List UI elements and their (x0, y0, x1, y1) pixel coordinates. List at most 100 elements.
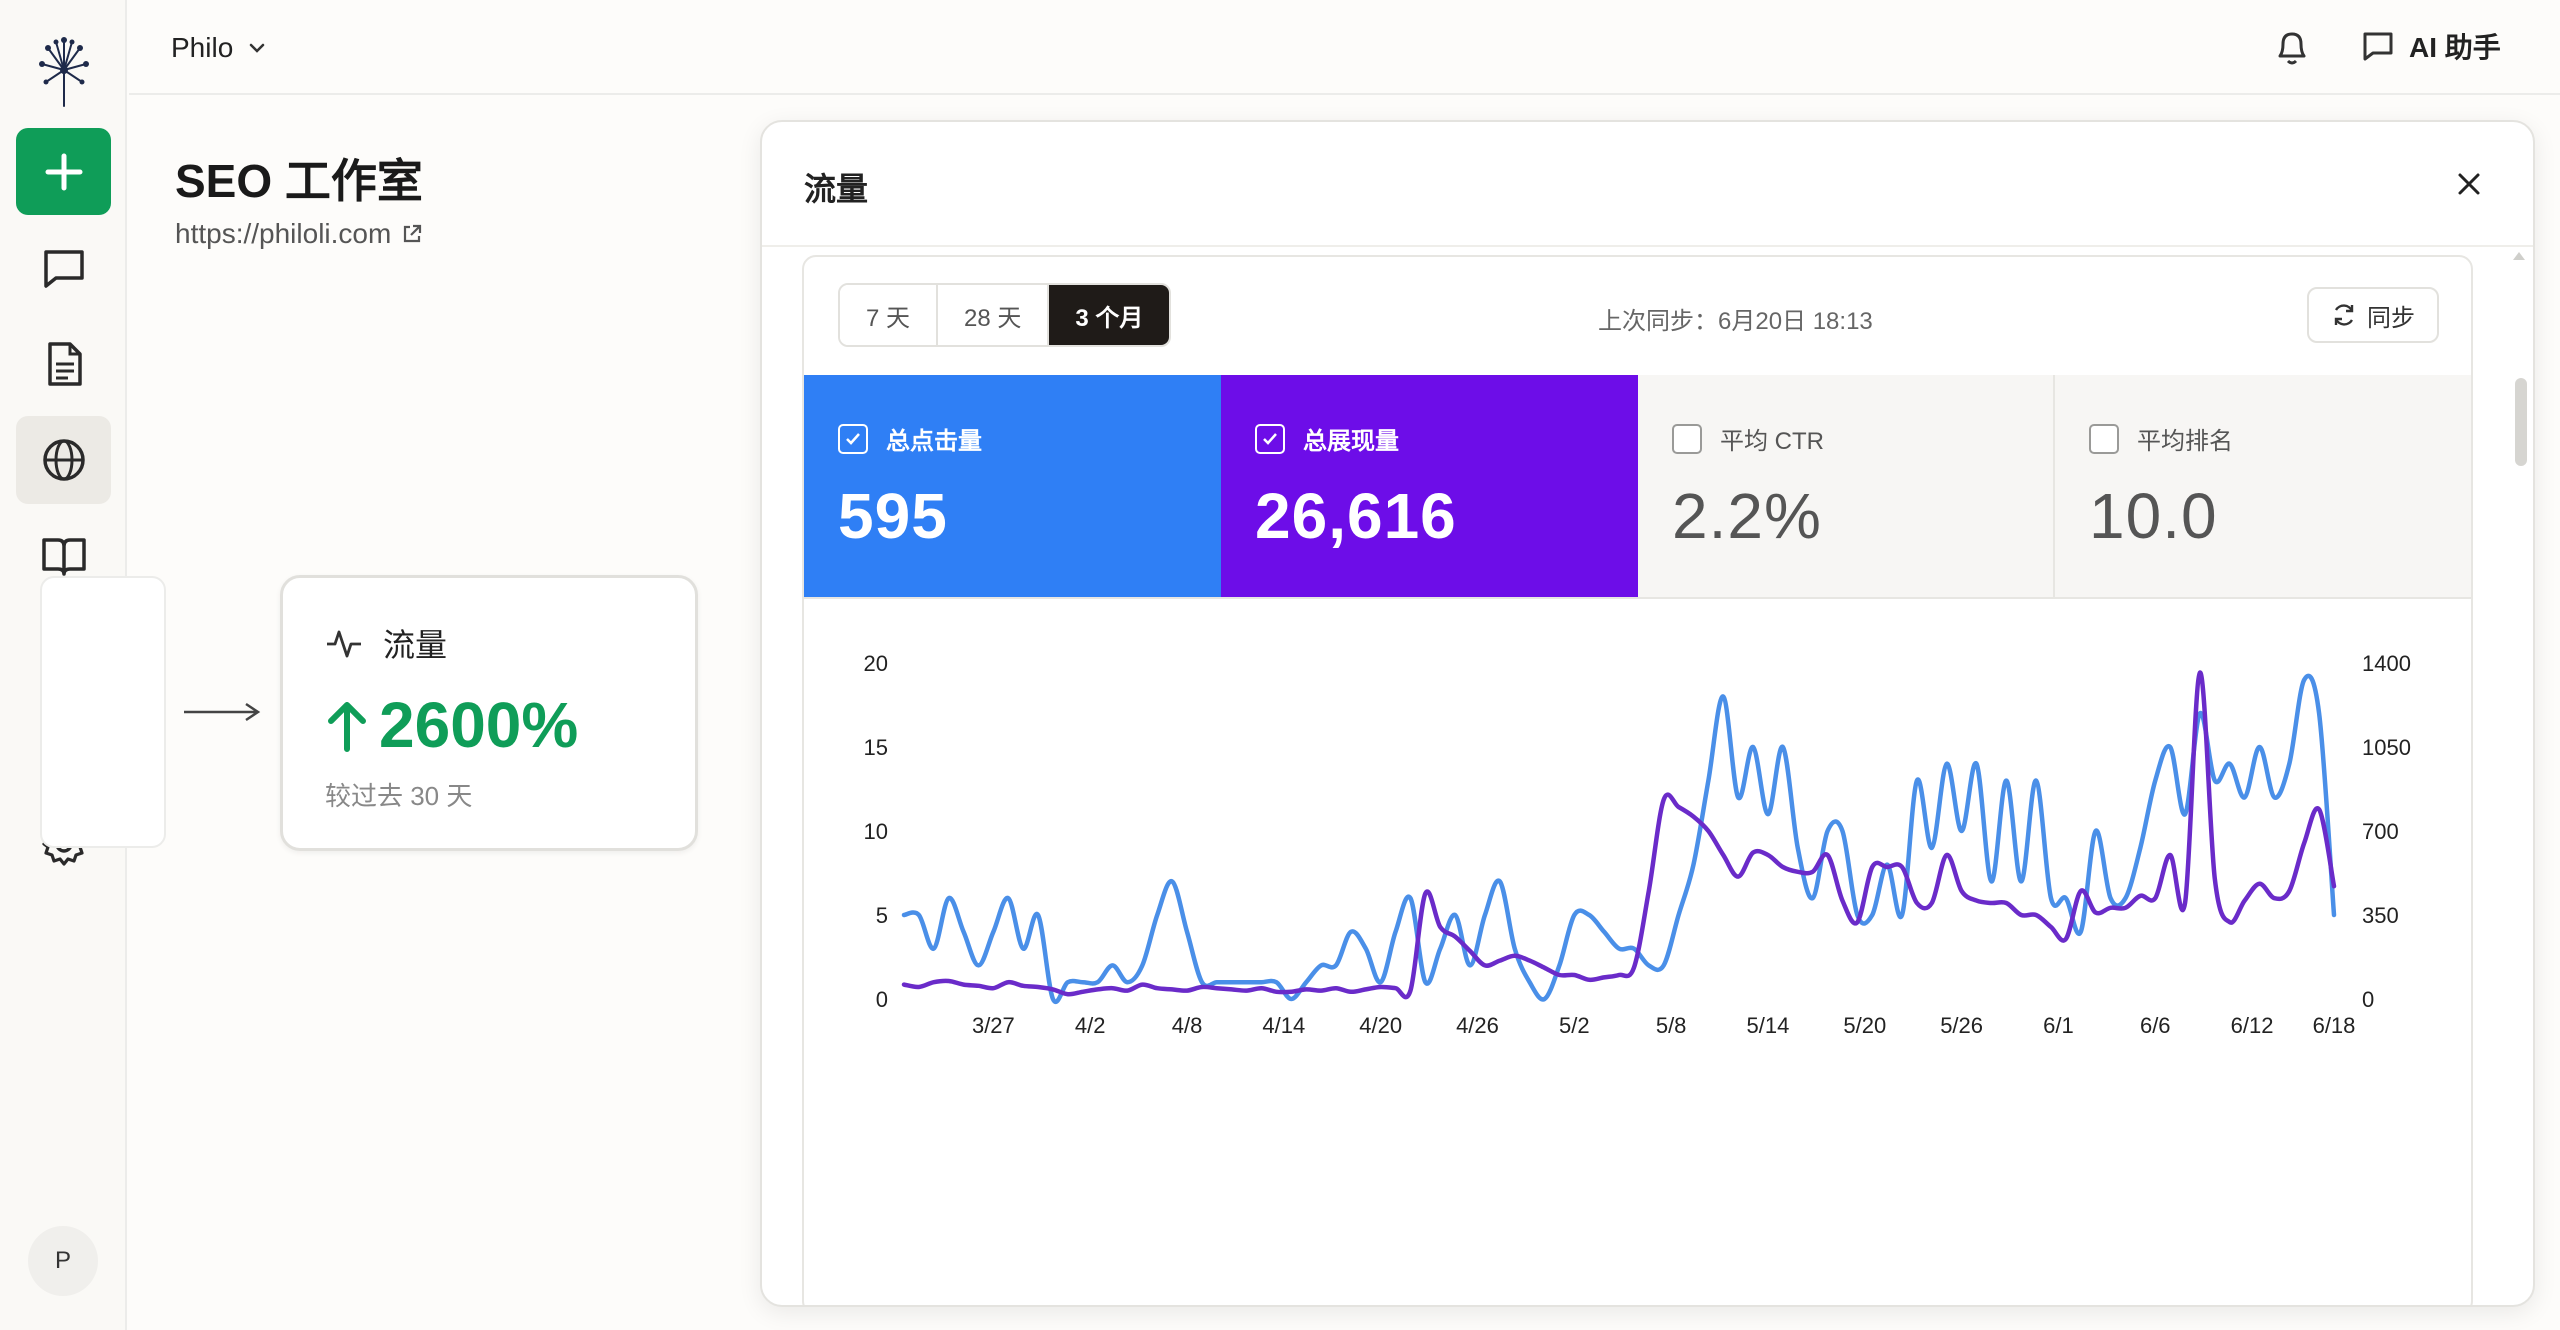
left-axis-tick-label: 20 (864, 651, 888, 676)
traffic-card-header: 流量 (325, 620, 447, 666)
site-url-link[interactable]: https://philoli.com (175, 218, 423, 250)
range-7-days[interactable]: 7 天 (840, 285, 939, 345)
checkbox-unchecked[interactable] (2089, 423, 2119, 454)
metric-value: 26,616 (1255, 480, 1457, 552)
modal-header: 流量 (762, 122, 2533, 247)
close-button[interactable] (2449, 164, 2489, 204)
sync-label: 同步 (2367, 304, 2415, 332)
x-axis-tick-label: 5/26 (1940, 1013, 1983, 1038)
metric-label: 总点击量 (886, 428, 982, 455)
sync-button[interactable]: 同步 (2307, 287, 2439, 343)
sidebar-item-chat[interactable] (16, 224, 111, 312)
metric-total-impressions[interactable]: 总展现量 26,616 (1221, 375, 1638, 597)
checkmark-icon (846, 432, 860, 445)
arrow-up-icon (328, 702, 366, 752)
x-axis-tick-label: 6/12 (2231, 1013, 2274, 1038)
metric-tabs: 总点击量 595 总展现量 26,616 平均 CTR 2.2% 平均排名 10… (804, 375, 2471, 599)
metric-average-ctr[interactable]: 平均 CTR 2.2% (1638, 375, 2055, 597)
x-axis-tick-label: 5/14 (1747, 1013, 1790, 1038)
x-axis-tick-label: 4/26 (1456, 1013, 1499, 1038)
open-book-icon (41, 538, 86, 576)
traffic-change: 2600% (325, 688, 578, 762)
metric-label: 总展现量 (1303, 428, 1399, 455)
page-title: SEO 工作室 (175, 155, 423, 207)
clicks-series-line (901, 673, 2337, 1004)
metric-label-row: 平均排名 (2089, 421, 2233, 456)
metric-label: 平均排名 (2137, 428, 2233, 455)
ai-assistant-button[interactable]: AI 助手 (2361, 26, 2501, 66)
metric-value: 10.0 (2089, 480, 2218, 552)
metric-value: 595 (838, 480, 948, 552)
chevron-down-icon (250, 43, 265, 53)
scrollbar-thumb[interactable] (2515, 378, 2527, 466)
right-axis-tick-label: 0 (2362, 987, 2374, 1012)
scroll-up-arrow[interactable] (2513, 252, 2525, 260)
arrow-right-icon (184, 702, 261, 722)
metric-label-row: 总点击量 (838, 421, 982, 456)
avatar-initial: P (54, 1247, 71, 1274)
x-axis-tick-label: 5/20 (1843, 1013, 1886, 1038)
plus-icon (45, 153, 82, 190)
range-28-days[interactable]: 28 天 (938, 285, 1050, 345)
metric-label: 平均 CTR (1720, 428, 1824, 455)
workspace-switcher[interactable]: Philo (171, 28, 267, 68)
metric-average-position[interactable]: 平均排名 10.0 (2055, 375, 2471, 597)
chat-bubble-icon (43, 250, 84, 288)
metric-value: 2.2% (1672, 480, 1822, 552)
document-icon (47, 342, 82, 386)
right-axis-tick-label: 1050 (2362, 735, 2411, 760)
traffic-modal: 流量 7 天 28 天 3 个月 上次同步：6月20日 18:13 同步 总点击… (760, 120, 2535, 1307)
checkbox-checked[interactable] (838, 423, 868, 454)
x-axis-tick-label: 6/1 (2043, 1013, 2074, 1038)
top-bar: Philo AI 助手 (129, 0, 2560, 95)
external-link-icon (404, 224, 422, 243)
x-axis-tick-label: 5/8 (1656, 1013, 1687, 1038)
x-axis-tick-label: 3/27 (972, 1013, 1015, 1038)
sidebar-item-seo[interactable] (16, 416, 111, 504)
right-axis-tick-label: 1400 (2362, 651, 2411, 676)
x-axis-tick-label: 4/8 (1172, 1013, 1203, 1038)
x-axis-tick-label: 4/20 (1359, 1013, 1402, 1038)
activity-pulse-icon (327, 630, 361, 658)
bell-icon[interactable] (2272, 26, 2312, 68)
previous-card (40, 576, 166, 848)
modal-title: 流量 (804, 171, 869, 207)
ai-assistant-label: AI 助手 (2409, 32, 2501, 63)
traffic-panel: 7 天 28 天 3 个月 上次同步：6月20日 18:13 同步 总点击量 5… (802, 255, 2473, 1305)
globe-icon (42, 439, 85, 481)
avatar[interactable]: P (28, 1226, 98, 1296)
close-icon (2458, 173, 2480, 195)
left-axis-tick-label: 15 (864, 735, 888, 760)
left-axis-tick-label: 0 (876, 987, 888, 1012)
right-axis-tick-label: 350 (2362, 903, 2399, 928)
dandelion-logo-icon[interactable] (34, 30, 94, 110)
traffic-card[interactable]: 流量 2600% 较过去 30 天 (280, 575, 698, 851)
left-axis-tick-label: 10 (864, 819, 888, 844)
chat-bubble-icon (2363, 32, 2393, 61)
refresh-icon (2334, 304, 2354, 326)
site-url-text: https://philoli.com (175, 218, 392, 249)
range-3-months[interactable]: 3 个月 (1049, 285, 1170, 345)
x-axis-tick-label: 4/14 (1262, 1013, 1305, 1038)
x-axis-tick-label: 4/2 (1075, 1013, 1106, 1038)
sidebar-item-documents[interactable] (16, 320, 111, 408)
last-sync-time: 上次同步：6月20日 18:13 (1598, 308, 1873, 335)
metric-label-row: 总展现量 (1255, 421, 1399, 456)
left-axis-tick-label: 5 (876, 903, 888, 928)
workspace-name: Philo (171, 32, 234, 63)
metric-total-clicks[interactable]: 总点击量 595 (804, 375, 1221, 597)
right-axis-tick-label: 700 (2362, 819, 2399, 844)
checkbox-unchecked[interactable] (1672, 423, 1702, 454)
traffic-card-title: 流量 (383, 627, 448, 663)
metric-label-row: 平均 CTR (1672, 421, 1824, 456)
x-axis-tick-label: 6/18 (2313, 1013, 2356, 1038)
x-axis-tick-label: 6/6 (2140, 1013, 2171, 1038)
x-axis-tick-label: 5/2 (1559, 1013, 1590, 1038)
traffic-change-value: 2600% (379, 689, 579, 761)
checkbox-checked[interactable] (1255, 423, 1285, 454)
range-selector: 7 天 28 天 3 个月 (838, 283, 1172, 347)
new-button[interactable] (16, 128, 111, 215)
checkmark-icon (1263, 432, 1277, 445)
traffic-card-subtitle: 较过去 30 天 (325, 781, 473, 811)
traffic-line-chart: 0 5 10 15 20 0 350 700 1050 1400 3/27 4/2 4/8 4/14 4/2… (864, 651, 2411, 1038)
